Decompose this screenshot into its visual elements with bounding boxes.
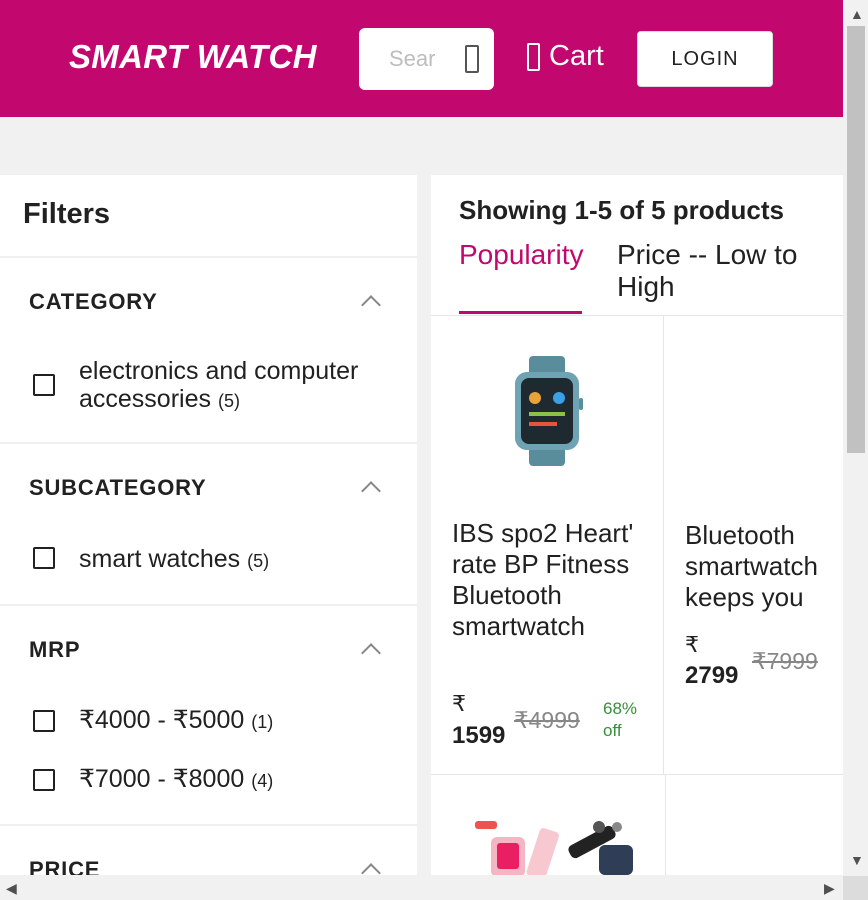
option-text: ₹7000 - ₹8000 [79, 765, 245, 793]
option-text: ₹4000 - ₹5000 [79, 706, 245, 734]
option-count: (5) [217, 391, 240, 411]
products-panel: Showing 1-5 of 5 products Popularity Pri… [431, 175, 845, 875]
tab-price-low-to-high[interactable]: Price -- Low to High [617, 239, 837, 303]
product-card[interactable]: IBS spo2 Heart' rate BP Fitness Bluetoot… [431, 316, 663, 774]
brand-logo[interactable]: SMART WATCH [69, 38, 317, 76]
filter-section-category-title[interactable]: CATEGORY [29, 289, 158, 315]
chevron-up-icon[interactable] [361, 643, 381, 663]
product-mrp: ₹7999 [752, 648, 818, 674]
option-count: (4) [251, 771, 274, 791]
product-name[interactable]: IBS spo2 Heart' rate BP Fitness Bluetoot… [452, 518, 652, 642]
login-button[interactable]: LOGIN [637, 31, 773, 87]
currency-symbol: ₹ [452, 691, 466, 716]
checkbox[interactable] [33, 547, 55, 569]
filter-option-label: ₹4000 - ₹5000 (1) [79, 706, 273, 736]
divider [0, 824, 417, 826]
filter-section-subcategory-title[interactable]: SUBCATEGORY [29, 475, 206, 501]
checkbox[interactable] [33, 374, 55, 396]
divider [431, 774, 845, 775]
divider [0, 256, 417, 258]
active-tab-indicator [459, 311, 582, 314]
cart-icon [527, 42, 540, 71]
product-mrp: ₹4999 [514, 707, 580, 733]
scroll-left-arrow-icon[interactable]: ◀ [6, 880, 17, 897]
option-count: (5) [247, 551, 270, 571]
filter-section-price-title[interactable]: PRICE [29, 857, 100, 875]
chevron-up-icon[interactable] [361, 481, 381, 501]
chevron-up-icon[interactable] [361, 863, 381, 875]
filter-section-mrp-title[interactable]: MRP [29, 637, 80, 663]
product-price: 2799 [685, 662, 739, 689]
filter-option-label: ₹7000 - ₹8000 (4) [79, 765, 273, 795]
search-input[interactable] [389, 44, 435, 74]
cart-label: Cart [549, 40, 604, 72]
product-image[interactable] [471, 815, 641, 875]
results-summary: Showing 1-5 of 5 products [459, 195, 785, 225]
currency-symbol: ₹ [685, 632, 699, 657]
scrollbar-corner [843, 876, 868, 900]
filter-option-mrp-2[interactable]: ₹7000 - ₹8000 (4) [33, 765, 273, 795]
option-text: smart watches [79, 545, 241, 573]
scroll-up-arrow-icon[interactable]: ▲ [850, 6, 864, 22]
divider [0, 442, 417, 444]
filter-option-subcategory[interactable]: smart watches (5) [33, 545, 269, 575]
chevron-up-icon[interactable] [361, 295, 381, 315]
horizontal-scrollbar[interactable] [0, 876, 843, 900]
filter-option-label: electronics and computer accessories (5) [79, 357, 417, 415]
product-price: 1599 [452, 722, 506, 749]
search-box[interactable] [359, 28, 494, 90]
product-name[interactable]: Bluetooth smartwatch keeps you [685, 520, 845, 613]
product-image[interactable] [477, 356, 617, 466]
divider [665, 775, 666, 875]
tab-popularity[interactable]: Popularity [459, 239, 584, 271]
scroll-right-arrow-icon[interactable]: ▶ [824, 880, 835, 897]
filter-option-mrp-1[interactable]: ₹4000 - ₹5000 (1) [33, 706, 273, 736]
scroll-down-arrow-icon[interactable]: ▼ [850, 852, 864, 868]
filters-title: Filters [23, 198, 111, 230]
search-icon[interactable] [465, 45, 479, 73]
checkbox[interactable] [33, 710, 55, 732]
filters-panel: Filters CATEGORY electronics and compute… [0, 175, 417, 875]
divider [0, 604, 417, 606]
discount-badge: 68% off [603, 699, 638, 740]
top-header: SMART WATCH Cart LOGIN [0, 0, 843, 117]
checkbox[interactable] [33, 769, 55, 791]
vertical-scroll-thumb[interactable] [847, 26, 865, 453]
filter-option-category[interactable]: electronics and computer accessories (5) [33, 357, 417, 415]
filter-option-label: smart watches (5) [79, 545, 269, 575]
product-card[interactable]: Bluetooth smartwatch keeps you ₹ 2799 ₹7… [664, 316, 845, 774]
cart-link[interactable]: Cart [527, 40, 604, 73]
option-count: (1) [251, 712, 274, 732]
